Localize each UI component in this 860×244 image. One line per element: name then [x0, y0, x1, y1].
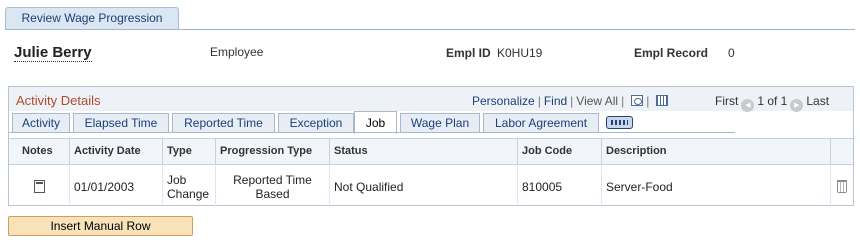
first-link: First — [715, 94, 739, 108]
tab-wage-plan[interactable]: Wage Plan — [400, 113, 480, 133]
delete-cell — [831, 166, 853, 207]
show-all-columns-icon[interactable] — [606, 116, 633, 129]
column-header-job-code[interactable]: Job Code — [518, 139, 602, 164]
note-icon[interactable] — [33, 180, 45, 193]
grid-pager: First ◀ 1 of 1 ▶ Last — [715, 94, 829, 112]
page-tab-review-wage-progression[interactable]: Review Wage Progression — [5, 7, 179, 29]
column-header-notes[interactable]: Notes — [9, 139, 70, 164]
tab-job[interactable]: Job — [354, 111, 397, 134]
column-header-status[interactable]: Status — [330, 139, 518, 164]
separator: | — [537, 94, 541, 108]
activity-date-cell: 01/01/2003 — [70, 166, 163, 207]
column-header-progression-type[interactable]: Progression Type — [216, 139, 330, 164]
notes-cell — [9, 166, 70, 207]
tab-strip-line — [9, 132, 735, 133]
activity-details-grid: Activity Details Personalize | Find | View A… — [8, 86, 854, 207]
status-cell: Not Qualified — [330, 166, 518, 207]
grid-toolbar: Personalize | Find | View All | | — [472, 94, 669, 108]
empl-record-label: Empl Record — [634, 46, 709, 60]
column-header-type[interactable]: Type — [163, 139, 216, 164]
empl-id-value: K0HU19 — [497, 46, 543, 60]
tab-labor-agreement[interactable]: Labor Agreement — [483, 113, 599, 133]
grid-tabs: Activity Elapsed Time Reported Time Exce… — [9, 111, 853, 134]
grid-header: Activity Details Personalize | Find | View A… — [9, 87, 853, 112]
employee-role: Employee — [210, 45, 264, 59]
grid-title: Activity Details — [16, 93, 101, 108]
description-cell: Server-Food — [602, 166, 831, 207]
tab-exception[interactable]: Exception — [278, 113, 354, 133]
type-cell: Job Change — [163, 166, 216, 207]
separator: | — [570, 94, 574, 108]
separator: | — [646, 94, 650, 108]
empl-record-value: 0 — [728, 46, 735, 60]
separator: | — [621, 94, 625, 108]
last-link: Last — [806, 94, 830, 108]
progression-type-cell: Reported Time Based — [216, 166, 330, 207]
table-row: 01/01/2003 Job Change Reported Time Base… — [9, 166, 853, 207]
column-header-description[interactable]: Description — [602, 139, 831, 164]
zoom-icon[interactable] — [631, 95, 644, 106]
tab-reported-time[interactable]: Reported Time — [172, 113, 275, 133]
job-code-cell: 810005 — [518, 166, 602, 207]
trash-icon[interactable] — [837, 180, 847, 193]
tab-elapsed-time[interactable]: Elapsed Time — [73, 113, 169, 133]
grid-download-icon[interactable] — [656, 95, 669, 106]
page-range: 1 of 1 — [757, 94, 788, 108]
find-link[interactable]: Find — [544, 94, 567, 108]
page-tab-underline — [5, 29, 855, 30]
insert-manual-row-button[interactable]: Insert Manual Row — [8, 216, 193, 236]
column-header-activity-date[interactable]: Activity Date — [70, 139, 163, 164]
empl-id-label: Empl ID — [446, 46, 491, 60]
column-header-row: Notes Activity Date Type Progression Typ… — [9, 138, 853, 165]
view-all-link[interactable]: View All — [576, 94, 618, 108]
employee-name[interactable]: Julie Berry — [14, 44, 92, 62]
personalize-link[interactable]: Personalize — [472, 94, 535, 108]
tab-activity[interactable]: Activity — [12, 113, 70, 133]
